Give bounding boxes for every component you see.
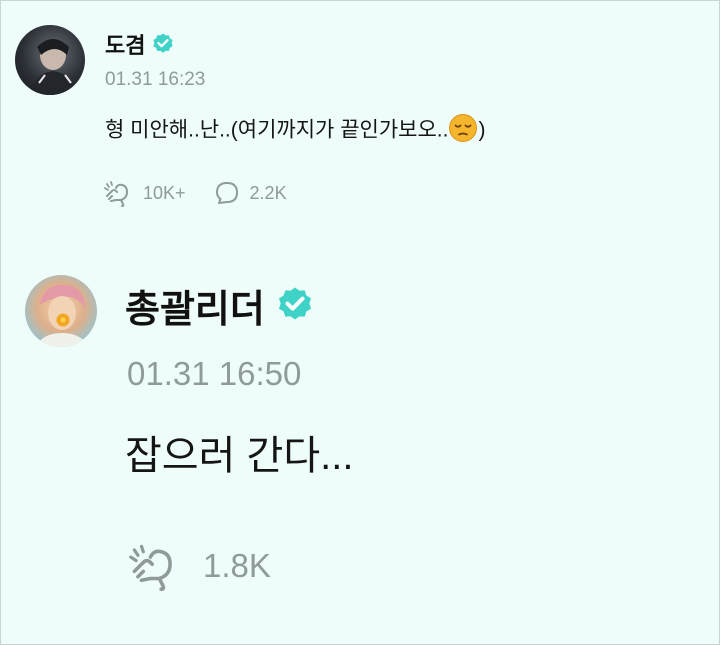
screenshot-frame: 도겸 01.31 16:23 형 미안해..난..(여기까지가 끝인가보오.. … bbox=[0, 0, 720, 645]
author-row: 총괄리더 bbox=[125, 281, 315, 331]
message-text: 잡으러 간다... bbox=[125, 434, 354, 478]
like-button[interactable]: 1.8K bbox=[127, 541, 271, 591]
avatar[interactable] bbox=[15, 25, 85, 95]
author-row: 도겸 bbox=[105, 29, 175, 59]
post-actions: 1.8K bbox=[127, 541, 271, 591]
comment-button[interactable]: 2.2K bbox=[214, 180, 287, 206]
like-button[interactable]: 10K+ bbox=[103, 179, 186, 207]
timestamp: 01.31 16:23 bbox=[105, 69, 206, 90]
like-count: 1.8K bbox=[203, 547, 271, 584]
message-text-part: ) bbox=[478, 118, 486, 142]
like-hand-icon bbox=[127, 541, 181, 591]
message-text: 형 미안해..난..(여기까지가 끝인가보오.. ) bbox=[105, 113, 485, 149]
post-1: 도겸 01.31 16:23 형 미안해..난..(여기까지가 끝인가보오.. … bbox=[1, 1, 719, 231]
like-hand-icon bbox=[103, 179, 133, 207]
avatar[interactable] bbox=[25, 275, 97, 347]
message-text-part: 형 미안해..난..(여기까지가 끝인가보오.. bbox=[105, 118, 449, 142]
timestamp: 01.31 16:50 bbox=[127, 355, 302, 392]
post-2: 총괄리더 01.31 16:50 잡으러 간다... 1.8K bbox=[1, 231, 719, 644]
pensive-face-icon bbox=[448, 113, 478, 149]
comment-bubble-icon bbox=[214, 180, 240, 206]
avatar-photo-icon bbox=[35, 284, 89, 347]
like-count: 10K+ bbox=[143, 182, 186, 203]
comment-count: 2.2K bbox=[249, 182, 287, 203]
author-name[interactable]: 총괄리더 bbox=[125, 278, 265, 333]
post-actions: 10K+ 2.2K bbox=[103, 179, 287, 207]
verified-badge-icon bbox=[275, 285, 315, 325]
avatar-photo-icon bbox=[29, 39, 77, 95]
author-name[interactable]: 도겸 bbox=[105, 28, 145, 60]
verified-badge-icon bbox=[151, 32, 175, 56]
